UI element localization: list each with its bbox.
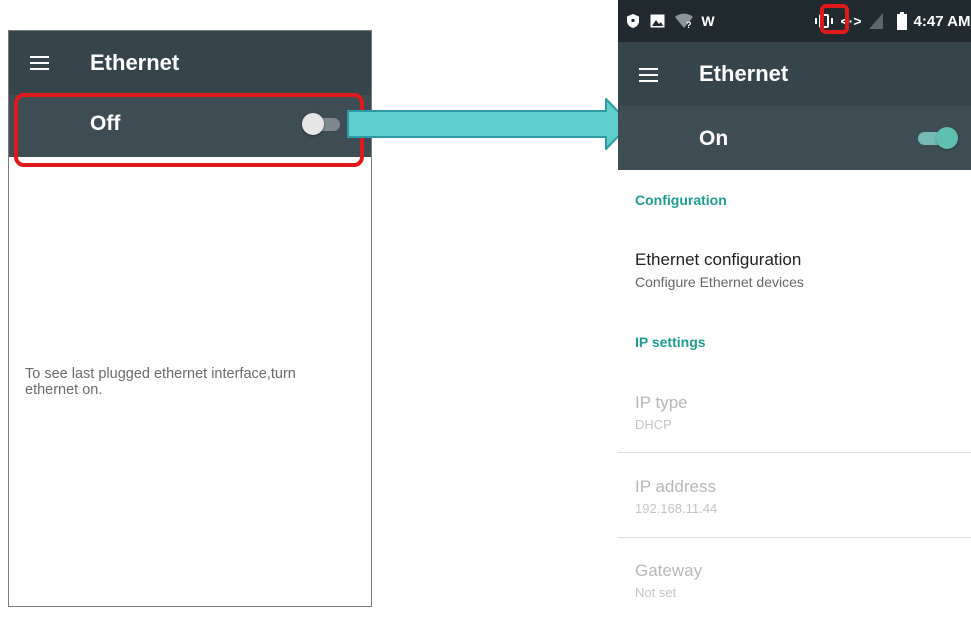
- ip-address-item: IP address 192.168.11.44: [635, 477, 717, 516]
- pref-summary: Configure Ethernet devices: [635, 274, 804, 290]
- battery-icon: [896, 0, 908, 42]
- ethernet-configuration-item[interactable]: Ethernet configuration Configure Etherne…: [635, 250, 804, 290]
- ethernet-icon-highlight-box: [820, 4, 849, 34]
- gateway-item: Gateway Not set: [635, 561, 702, 600]
- right-phone-screen: ? W <·> 4:47 AM Ethernet On Configuratio…: [618, 0, 971, 617]
- toolbar: Ethernet: [618, 42, 971, 106]
- svg-text:?: ?: [686, 20, 692, 29]
- empty-state-message: To see last plugged ethernet interface,t…: [25, 366, 296, 398]
- pref-summary: Not set: [635, 585, 677, 600]
- ethernet-toggle-switch[interactable]: [918, 127, 958, 149]
- hamburger-menu-icon[interactable]: [30, 56, 49, 70]
- switch-highlight-box: [14, 93, 364, 167]
- pref-title: Ethernet configuration: [635, 250, 802, 269]
- transition-arrow-icon: [347, 98, 631, 150]
- w-icon: W: [701, 13, 715, 29]
- wifi-unknown-icon: ?: [673, 0, 695, 42]
- shield-icon: [624, 0, 642, 42]
- toolbar: Ethernet: [9, 31, 371, 95]
- status-bar: ? W <·> 4:47 AM: [618, 0, 971, 42]
- pref-title: IP address: [635, 477, 716, 496]
- section-header-configuration: Configuration: [635, 192, 727, 208]
- image-icon: [648, 0, 666, 42]
- signal-icon: [868, 0, 884, 42]
- divider: [618, 537, 971, 538]
- toolbar-title: Ethernet: [699, 61, 789, 86]
- pref-summary: 192.168.11.44: [635, 501, 718, 516]
- pref-summary: DHCP: [635, 417, 672, 432]
- status-time: 4:47 AM: [913, 12, 971, 30]
- section-header-ip-settings: IP settings: [635, 334, 706, 350]
- divider: [618, 452, 971, 453]
- switch-label: On: [699, 127, 729, 150]
- master-switch-bar[interactable]: On: [618, 106, 971, 170]
- ip-type-item: IP type DHCP: [635, 393, 688, 432]
- pref-title: Gateway: [635, 561, 703, 580]
- pref-title: IP type: [635, 393, 688, 412]
- hamburger-menu-icon[interactable]: [639, 68, 658, 82]
- toolbar-title: Ethernet: [90, 50, 180, 75]
- toggle-thumb: [936, 127, 958, 149]
